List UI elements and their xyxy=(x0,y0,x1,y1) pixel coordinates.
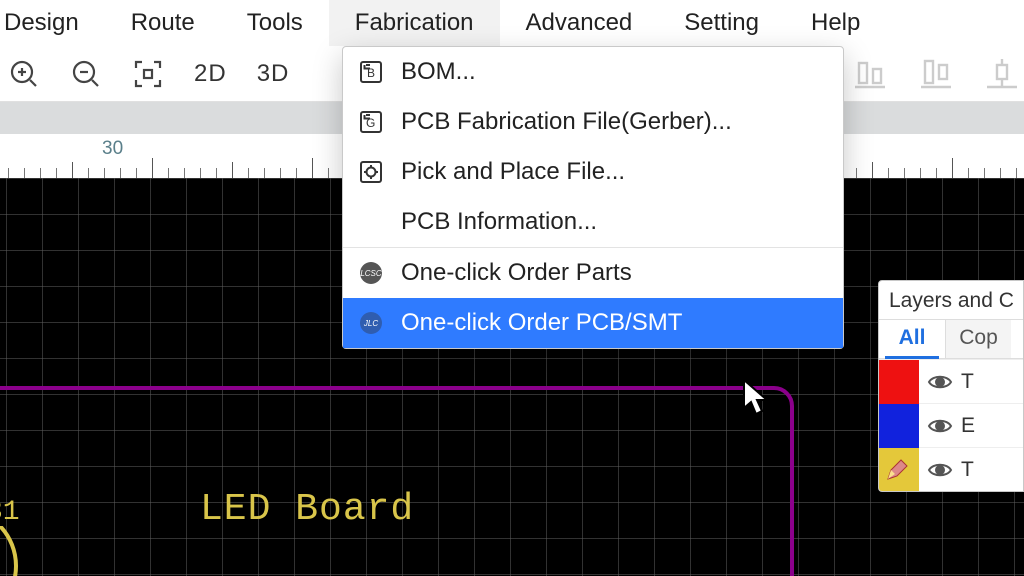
menu-item-label: PCB Information... xyxy=(401,208,597,236)
menu-item-label: One-click Order PCB/SMT xyxy=(401,309,682,337)
layer-row[interactable]: T xyxy=(879,359,1023,403)
zoom-out-button[interactable] xyxy=(66,54,106,94)
menu-item-order-parts[interactable]: LCSC One-click Order Parts xyxy=(343,248,843,298)
document-target-icon xyxy=(357,158,385,186)
menu-item-label: Pick and Place File... xyxy=(401,158,625,186)
menubar: Design Route Tools Fabrication Advanced … xyxy=(0,0,1024,46)
fabrication-dropdown-menu: B BOM... G PCB Fabrication File(Gerber).… xyxy=(342,46,844,349)
layers-tab-all[interactable]: All xyxy=(879,320,945,358)
visibility-toggle[interactable] xyxy=(919,457,961,483)
board-outline xyxy=(0,386,794,576)
layer-swatch-red xyxy=(879,360,919,404)
layer-swatch-blue xyxy=(879,404,919,448)
visibility-toggle[interactable] xyxy=(919,413,961,439)
svg-text:LCSC: LCSC xyxy=(360,269,382,278)
menu-item-gerber[interactable]: G PCB Fabrication File(Gerber)... xyxy=(343,97,843,147)
menu-tools[interactable]: Tools xyxy=(221,0,329,46)
layers-tab-copper[interactable]: Cop xyxy=(945,320,1011,358)
menu-item-label: PCB Fabrication File(Gerber)... xyxy=(401,108,732,136)
layers-panel-title: Layers and C xyxy=(879,281,1023,319)
align-center-vertical-icon[interactable] xyxy=(916,54,956,94)
toolbar-right-group xyxy=(850,54,1022,94)
layer-row[interactable]: E xyxy=(879,403,1023,447)
zoom-in-button[interactable] xyxy=(4,54,44,94)
layer-swatch-yellow xyxy=(879,448,919,492)
lcsc-logo-icon: LCSC xyxy=(357,259,385,287)
distribute-horizontal-icon[interactable] xyxy=(982,54,1022,94)
zoom-fit-button[interactable] xyxy=(128,54,168,94)
jlc-logo-icon: JLC xyxy=(357,309,385,337)
svg-text:B: B xyxy=(367,66,375,80)
view-2d-button[interactable]: 2D xyxy=(190,54,231,94)
menu-item-bom[interactable]: B BOM... xyxy=(343,47,843,97)
ruler-label-30: 30 xyxy=(102,138,123,160)
menu-help[interactable]: Help xyxy=(785,0,886,46)
layer-name: T xyxy=(961,370,974,394)
visibility-toggle[interactable] xyxy=(919,369,961,395)
blank-icon xyxy=(357,208,385,236)
menu-design[interactable]: Design xyxy=(0,0,105,46)
menu-item-label: BOM... xyxy=(401,58,476,86)
menu-fabrication[interactable]: Fabrication xyxy=(329,0,500,46)
document-b-icon: B xyxy=(357,58,385,86)
pencil-icon xyxy=(885,458,909,482)
silkscreen-board-title: LED Board xyxy=(200,488,414,531)
layer-name: E xyxy=(961,414,975,438)
silkscreen-arcs xyxy=(0,526,78,576)
menu-setting[interactable]: Setting xyxy=(658,0,785,46)
svg-text:JLC: JLC xyxy=(363,319,378,328)
document-g-icon: G xyxy=(357,108,385,136)
menu-advanced[interactable]: Advanced xyxy=(500,0,659,46)
layers-panel: Layers and C All Cop T E xyxy=(878,280,1024,492)
layer-row[interactable]: T xyxy=(879,447,1023,491)
menu-item-pick-and-place[interactable]: Pick and Place File... xyxy=(343,147,843,197)
layer-name: T xyxy=(961,458,974,482)
align-bottom-icon[interactable] xyxy=(850,54,890,94)
menu-item-pcb-information[interactable]: PCB Information... xyxy=(343,197,843,247)
view-3d-button[interactable]: 3D xyxy=(253,54,294,94)
menu-route[interactable]: Route xyxy=(105,0,221,46)
silkscreen-refdes: 31 xyxy=(0,497,20,528)
menu-item-order-pcb-smt[interactable]: JLC One-click Order PCB/SMT xyxy=(343,298,843,348)
svg-text:G: G xyxy=(366,116,375,130)
menu-item-label: One-click Order Parts xyxy=(401,259,632,287)
